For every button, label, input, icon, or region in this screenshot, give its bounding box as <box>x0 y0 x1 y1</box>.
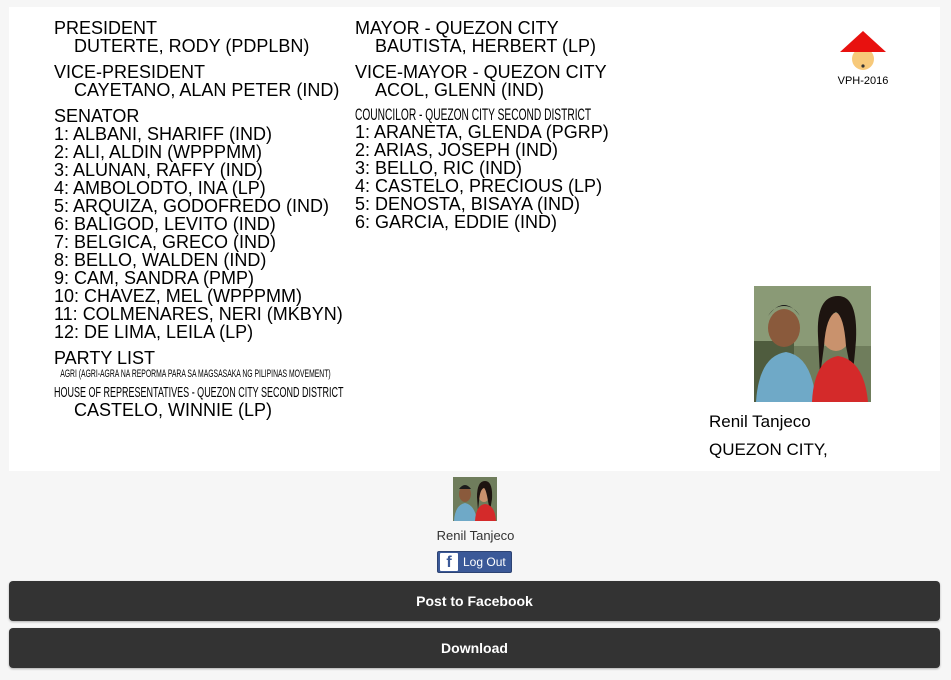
vph-logo: VPH-2016 <box>827 29 899 87</box>
logo-text: VPH-2016 <box>837 75 889 87</box>
party-list-section: PARTY LIST AGRI (AGRI-AGRA NA REPORMA PA… <box>54 349 537 381</box>
candidate-name: CASTELO, WINNIE (LP) <box>74 400 273 420</box>
position-title: MAYOR - QUEZON CITY <box>355 18 559 38</box>
position-title: COUNCILOR - QUEZON CITY SECOND DISTRICT <box>355 105 592 124</box>
user-name: Renil Tanjeco <box>436 528 515 543</box>
logout-label: Log Out <box>463 555 506 569</box>
list-item: 5: DENOSTA, BISAYA (IND) <box>355 194 581 214</box>
voter-name: Renil Tanjeco <box>709 412 811 431</box>
facebook-icon: f <box>440 553 458 571</box>
house-rep-section: HOUSE OF REPRESENTATIVES - QUEZON CITY S… <box>54 384 537 420</box>
voter-city: QUEZON CITY, <box>709 440 828 459</box>
position-title: VICE-MAYOR - QUEZON CITY <box>355 62 607 82</box>
list-item: 8: BELLO, WALDEN (IND) <box>54 250 267 270</box>
avatar <box>453 477 497 521</box>
list-item: 10: CHAVEZ, MEL (WPPPMM) <box>54 286 303 306</box>
list-item: 6: GARCIA, EDDIE (IND) <box>355 212 558 232</box>
list-item: 11: COLMENARES, NERI (MKBYN) <box>54 304 343 324</box>
list-item: 12: DE LIMA, LEILA (LP) <box>54 322 254 342</box>
ballot-right-column: MAYOR - QUEZON CITY BAUTISTA, HERBERT (L… <box>355 19 749 239</box>
download-button[interactable]: Download <box>9 628 940 668</box>
list-item: 4: CASTELO, PRECIOUS (LP) <box>355 176 603 196</box>
candidate-name: AGRI (AGRI-AGRA NA REPORMA PARA SA MAGSA… <box>60 368 331 380</box>
position-title: PARTY LIST <box>54 348 156 368</box>
councilor-section: COUNCILOR - QUEZON CITY SECOND DISTRICT … <box>355 105 749 232</box>
position-title: HOUSE OF REPRESENTATIVES - QUEZON CITY S… <box>54 384 344 401</box>
mayor-section: MAYOR - QUEZON CITY BAUTISTA, HERBERT (L… <box>355 19 749 55</box>
vice-mayor-section: VICE-MAYOR - QUEZON CITY ACOL, GLENN (IN… <box>355 63 749 99</box>
voter-photo <box>754 286 871 402</box>
list-item: 3: BELLO, RIC (IND) <box>355 158 523 178</box>
list-item: 2: ARIAS, JOSEPH (IND) <box>355 140 559 160</box>
list-item: 9: CAM, SANDRA (PMP) <box>54 268 255 288</box>
logout-button[interactable]: f Log Out <box>437 551 512 573</box>
ballot-card: PRESIDENT DUTERTE, RODY (PDPLBN) VICE-PR… <box>9 7 940 471</box>
post-to-facebook-button[interactable]: Post to Facebook <box>9 581 940 621</box>
candidate-name: ACOL, GLENN (IND) <box>375 80 545 100</box>
candidate-name: BAUTISTA, HERBERT (LP) <box>375 36 597 56</box>
list-item: 1: ARANETA, GLENDA (PGRP) <box>355 122 609 142</box>
salakot-hat-icon <box>840 31 886 70</box>
